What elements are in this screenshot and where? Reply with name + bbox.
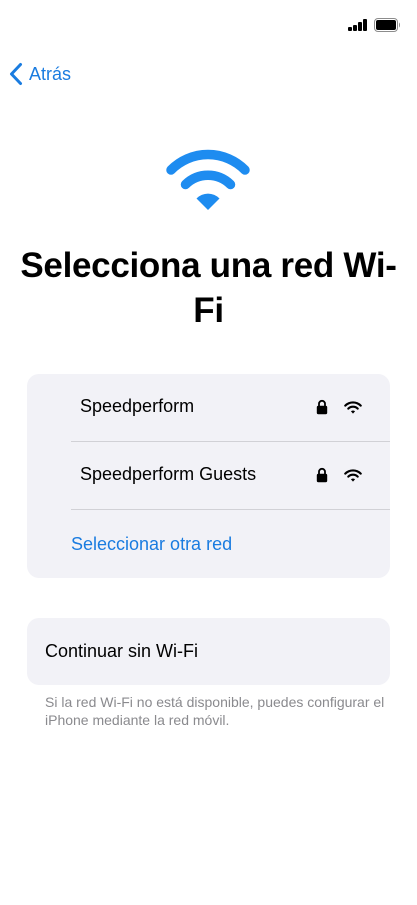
network-list: Speedperform Speedperform Guests Selecci…	[27, 374, 390, 578]
network-name: Speedperform	[80, 396, 195, 416]
continue-without-wifi-button[interactable]: Continuar sin Wi-Fi	[27, 618, 390, 685]
chevron-left-icon	[10, 63, 22, 85]
lock-icon	[316, 467, 328, 483]
network-row-speedperform-guests[interactable]: Speedperform Guests	[27, 442, 390, 510]
back-label: Atrás	[29, 63, 72, 84]
cellular-signal-icon	[348, 19, 368, 31]
lock-icon	[316, 399, 328, 415]
page-title: Selecciona una red Wi-Fi	[20, 246, 397, 330]
status-bar	[0, 0, 417, 52]
select-other-network-button[interactable]: Seleccionar otra red	[71, 534, 232, 555]
footnote-text: Si la red Wi-Fi no está disponible, pued…	[45, 694, 385, 728]
battery-icon	[374, 18, 400, 32]
row-divider	[71, 509, 390, 510]
continue-without-wifi-label: Continuar sin Wi-Fi	[45, 641, 199, 661]
network-name: Speedperform Guests	[80, 464, 257, 484]
wifi-icon	[166, 149, 250, 210]
network-row-speedperform[interactable]: Speedperform	[27, 374, 390, 442]
wifi-signal-icon	[344, 401, 362, 414]
wifi-signal-icon	[344, 469, 362, 482]
back-button[interactable]: Atrás	[9, 60, 71, 88]
